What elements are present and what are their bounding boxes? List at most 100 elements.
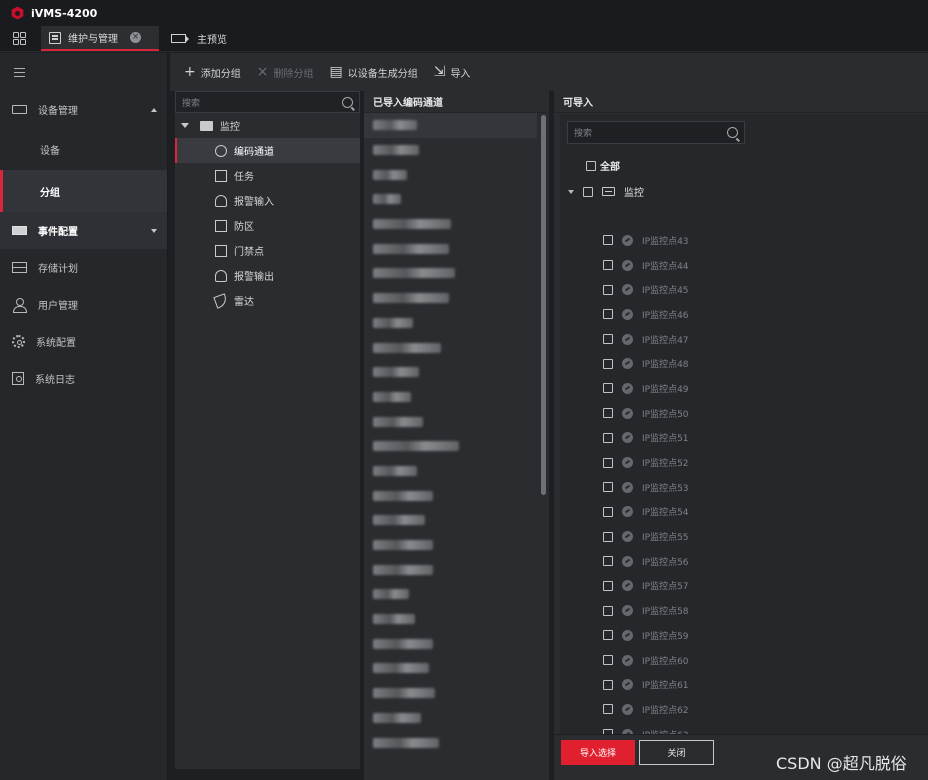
camera-point-row[interactable]: IP监控点62 (603, 697, 689, 722)
camera-point-row[interactable]: IP监控点43 (603, 228, 689, 253)
import-selection-button[interactable]: 导入选择 (561, 740, 635, 765)
imported-channel-item[interactable] (364, 311, 549, 336)
sidebar-item-system-log[interactable]: 系统日志 (0, 360, 167, 397)
camera-point-row[interactable]: IP监控点44 (603, 253, 689, 278)
search-icon[interactable] (727, 127, 738, 138)
sidebar-item-storage-plan[interactable]: 存储计划 (0, 249, 167, 286)
camera-point-row[interactable]: IP监控点54 (603, 500, 689, 525)
import-button[interactable]: ⇲ 导入 (434, 65, 471, 80)
select-all-checkbox[interactable]: 全部 (586, 158, 620, 173)
tree-item-access-point[interactable]: 门禁点 (175, 238, 360, 263)
checkbox[interactable] (603, 284, 613, 295)
checkbox[interactable] (603, 482, 613, 493)
imported-channel-item[interactable] (364, 162, 549, 187)
checkbox[interactable] (603, 457, 613, 468)
imported-channel-item[interactable] (364, 409, 549, 434)
camera-point-row[interactable]: IP监控点51 (603, 426, 689, 451)
imported-channel-item[interactable] (364, 286, 549, 311)
add-group-button[interactable]: + 添加分组 (184, 65, 241, 80)
checkbox[interactable] (603, 432, 613, 443)
camera-point-row[interactable]: IP监控点57 (603, 574, 689, 599)
delete-group-button[interactable]: × 删除分组 (257, 65, 314, 80)
camera-point-row[interactable]: IP监控点59 (603, 623, 689, 648)
camera-point-row[interactable]: IP监控点53 (603, 475, 689, 500)
imported-channel-item[interactable] (364, 730, 549, 755)
imported-channel-item[interactable] (364, 261, 549, 286)
checkbox[interactable] (603, 309, 613, 320)
imported-channel-item[interactable] (364, 582, 549, 607)
checkbox[interactable] (603, 556, 613, 567)
importable-search-input[interactable]: 搜索 (567, 121, 745, 144)
camera-point-row[interactable]: IP监控点52 (603, 450, 689, 475)
sidebar-item-group[interactable]: 分组 (0, 170, 167, 212)
imported-channel-item[interactable] (364, 656, 549, 681)
sidebar-item-device-management[interactable]: 设备管理 (0, 91, 167, 128)
checkbox[interactable] (603, 704, 613, 715)
sidebar-item-system-config[interactable]: 系统配置 (0, 323, 167, 360)
imported-channel-item[interactable] (364, 187, 549, 212)
camera-point-row[interactable]: IP监控点45 (603, 277, 689, 302)
tree-item-alarm-input[interactable]: 报警输入 (175, 188, 360, 213)
imported-channel-item[interactable] (364, 681, 549, 706)
checkbox[interactable] (603, 655, 613, 666)
camera-point-row[interactable]: IP监控点47 (603, 327, 689, 352)
menu-toggle[interactable] (0, 53, 167, 91)
tree-item-zone[interactable]: 防区 (175, 213, 360, 238)
tree-item-task[interactable]: 任务 (175, 163, 360, 188)
tab-main-preview[interactable]: 主预览 (163, 26, 235, 51)
camera-point-row[interactable]: IP监控点49 (603, 376, 689, 401)
imported-channel-item[interactable] (364, 385, 549, 410)
expand-arrow-icon[interactable] (568, 189, 574, 194)
tree-item-radar[interactable]: 雷达 (175, 288, 360, 313)
imported-channel-item[interactable] (364, 631, 549, 656)
imported-channel-item[interactable] (364, 212, 549, 237)
sidebar-item-device[interactable]: 设备 (0, 128, 167, 170)
camera-point-row[interactable]: IP监控点48 (603, 351, 689, 376)
tab-close-icon[interactable]: × (130, 32, 141, 43)
imported-channel-item[interactable] (364, 607, 549, 632)
imported-channel-item[interactable] (364, 360, 549, 385)
checkbox[interactable] (603, 580, 613, 591)
imported-channel-item[interactable] (364, 533, 549, 558)
checkbox[interactable] (586, 160, 596, 171)
camera-point-row[interactable]: IP监控点46 (603, 302, 689, 327)
checkbox[interactable] (603, 235, 613, 246)
tree-root-monitoring[interactable]: 监控 (175, 113, 360, 138)
camera-point-row[interactable]: IP监控点58 (603, 598, 689, 623)
tree-item-encoding-channel[interactable]: 编码通道 (175, 138, 360, 163)
group-search-input[interactable]: 搜索 (175, 91, 360, 113)
imported-channel-item[interactable] (364, 483, 549, 508)
sidebar-item-user-management[interactable]: 用户管理 (0, 286, 167, 323)
imported-channel-item[interactable] (364, 557, 549, 582)
imported-channel-item[interactable] (364, 706, 549, 731)
checkbox[interactable] (603, 334, 613, 345)
camera-point-row[interactable]: IP监控点50 (603, 401, 689, 426)
importable-root-monitoring[interactable]: 监控 (568, 184, 644, 199)
imported-scrollbar[interactable] (541, 115, 546, 495)
imported-channel-item[interactable] (364, 138, 549, 163)
checkbox[interactable] (603, 260, 613, 271)
checkbox[interactable] (603, 605, 613, 616)
imported-channel-item[interactable] (364, 434, 549, 459)
checkbox[interactable] (603, 679, 613, 690)
module-grid-icon[interactable] (0, 26, 38, 51)
imported-channel-item[interactable] (364, 113, 537, 138)
tab-maintenance[interactable]: 维护与管理 × (41, 26, 159, 51)
checkbox[interactable] (603, 358, 613, 369)
expand-arrow-icon[interactable] (181, 123, 189, 128)
checkbox[interactable] (603, 383, 613, 394)
close-button[interactable]: 关闭 (639, 740, 714, 765)
checkbox[interactable] (603, 531, 613, 542)
sidebar-item-event-config[interactable]: 事件配置 (0, 212, 167, 249)
checkbox[interactable] (603, 630, 613, 641)
tree-item-alarm-output[interactable]: 报警输出 (175, 263, 360, 288)
imported-channel-item[interactable] (364, 459, 549, 484)
imported-channel-item[interactable] (364, 335, 549, 360)
search-icon[interactable] (342, 96, 353, 108)
imported-channel-item[interactable] (364, 236, 549, 261)
camera-point-row[interactable]: IP监控点56 (603, 549, 689, 574)
imported-channel-item[interactable] (364, 508, 549, 533)
camera-point-row[interactable]: IP监控点60 (603, 648, 689, 673)
checkbox[interactable] (603, 506, 613, 517)
camera-point-row[interactable]: IP监控点55 (603, 524, 689, 549)
